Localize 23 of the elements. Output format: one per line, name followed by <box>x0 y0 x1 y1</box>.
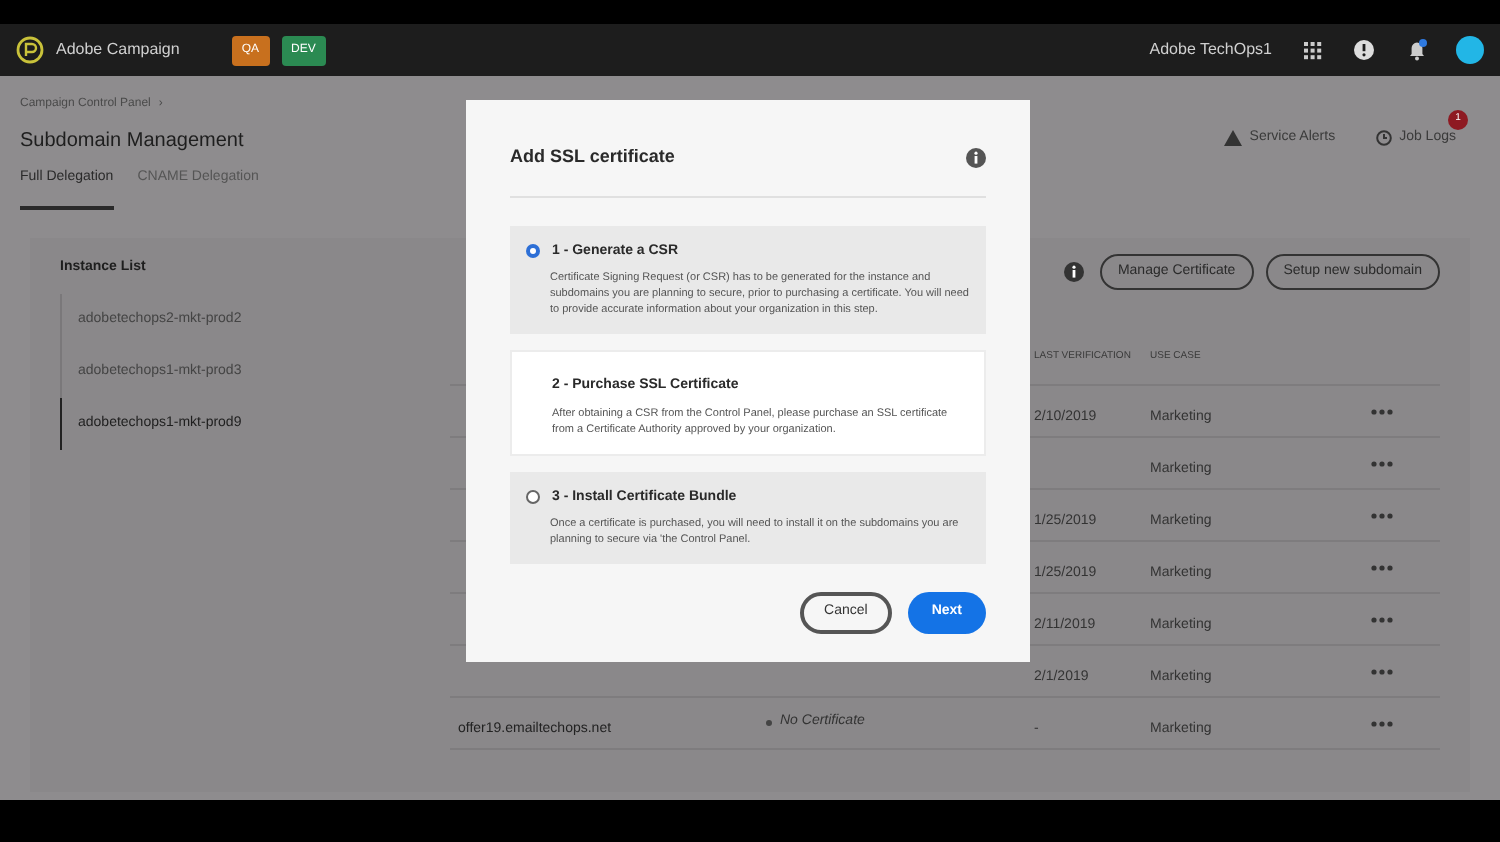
more-icon[interactable] <box>1370 667 1394 675</box>
warning-icon <box>1223 130 1242 147</box>
info-icon <box>966 147 986 168</box>
radio-button[interactable] <box>526 490 540 505</box>
notification-bell-icon[interactable] <box>1406 38 1428 62</box>
step-card[interactable] <box>510 225 986 334</box>
more-icon[interactable] <box>1370 459 1394 467</box>
product-name: Adobe Campaign <box>56 38 180 62</box>
more-icon[interactable] <box>1370 563 1394 571</box>
avatar-icon[interactable] <box>1456 36 1484 64</box>
logo-icon <box>16 36 44 64</box>
more-icon[interactable] <box>1370 511 1394 519</box>
organization-name[interactable]: Adobe TechOps1 <box>1149 38 1272 62</box>
more-icon[interactable] <box>1370 719 1394 727</box>
modal-title: Add SSL certificate <box>510 144 675 170</box>
info-icon <box>1063 261 1084 282</box>
help-icon[interactable] <box>1354 40 1374 60</box>
apps-grid-icon[interactable] <box>1304 41 1322 59</box>
radio-button[interactable] <box>526 244 540 259</box>
clock-icon <box>1375 130 1392 147</box>
page-title: Subdomain Management <box>20 128 246 156</box>
more-icon[interactable] <box>1370 407 1394 415</box>
more-icon[interactable] <box>1370 615 1394 623</box>
